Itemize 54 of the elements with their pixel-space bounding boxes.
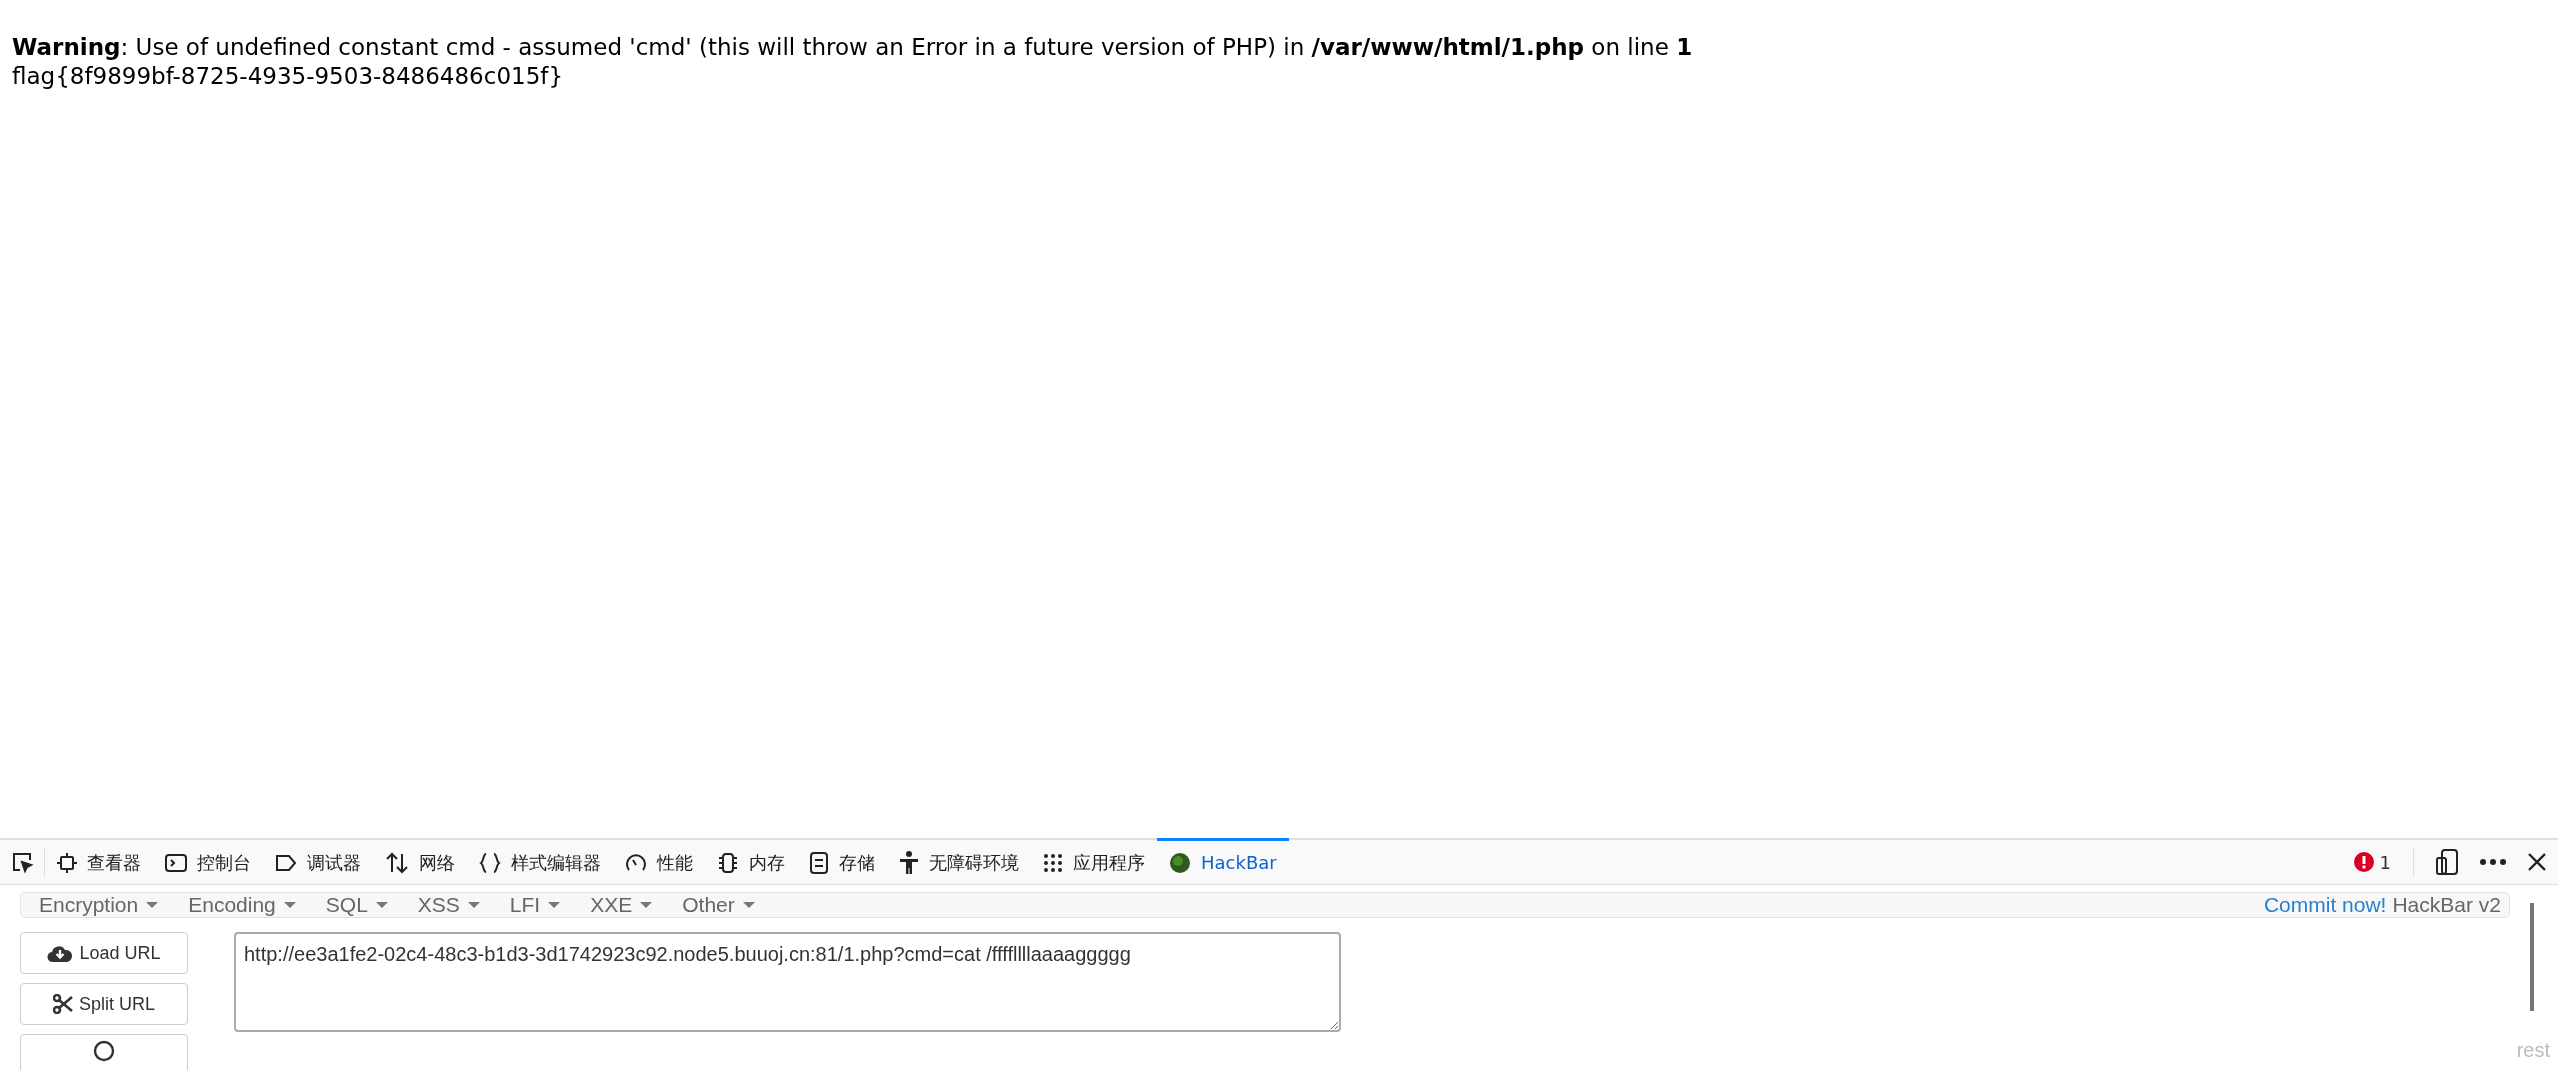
devtools-tab[interactable]: HackBar [1157, 838, 1289, 884]
hackbar-button[interactable]: Load URL [20, 932, 188, 974]
caret-icon [146, 902, 159, 908]
caret-icon [640, 902, 653, 908]
caret-icon [742, 902, 755, 908]
error-icon [2353, 852, 2374, 872]
braces-icon [479, 851, 501, 874]
more-icon[interactable] [2480, 859, 2506, 865]
caret-icon [467, 902, 480, 908]
flag-output: flag{8f9899bf-8725-4935-9503-8486486c015f} [12, 62, 565, 91]
menu-dropdown[interactable]: SQL [315, 893, 398, 917]
devtools-tab[interactable]: 控制台 [153, 838, 263, 884]
devtools-tab[interactable]: 调试器 [263, 838, 373, 884]
hackbar-logo-icon [1169, 851, 1191, 874]
devtools-tab[interactable]: 应用程序 [1031, 838, 1157, 884]
storage-icon [809, 851, 829, 874]
menu-dropdown[interactable]: XSS [407, 893, 490, 917]
up-down-arrows-icon [385, 851, 409, 874]
cloud-download-icon [47, 943, 74, 963]
menu-dropdown[interactable]: LFI [499, 893, 571, 917]
menu-dropdown[interactable]: Other [672, 893, 765, 917]
accessibility-icon [899, 850, 919, 875]
scrollbar[interactable] [2530, 903, 2534, 1011]
warning-message: Warning: Use of undefined constant cmd - assumed 'cmd' (this will throw an Error in a future version of PHP) in /var/www/html/1.php on line 1 [12, 33, 1694, 62]
menu-dropdown[interactable]: XXE [580, 893, 663, 917]
commit-link[interactable]: Commit now! [2263, 893, 2387, 917]
devtools-tab[interactable]: 样式编辑器 [467, 838, 613, 884]
hackbar-button[interactable]: Split URL [20, 983, 188, 1025]
caret-icon [375, 902, 388, 908]
hackbar-button[interactable] [20, 1034, 188, 1070]
devtools-tab[interactable]: 无障碍环境 [887, 838, 1031, 884]
caret-icon [283, 902, 296, 908]
tag-icon [275, 853, 297, 872]
menu-dropdown[interactable]: Encryption [29, 893, 169, 917]
menu-dropdown[interactable]: Encoding [178, 893, 306, 917]
devtools-tab[interactable]: 性能 [613, 838, 705, 884]
scissors-icon [53, 994, 73, 1014]
url-field[interactable]: http://ee3a1fe2-02c4-48c3-b1d3-3d1742923c92.node5.buuoj.cn:81/1.php?cmd=cat /ffffllllaaaaggggg [234, 932, 1341, 1032]
console-icon [165, 852, 187, 873]
chip-icon [57, 852, 77, 873]
close-icon[interactable] [2528, 853, 2546, 871]
footer-hint: rest [2516, 1039, 2550, 1062]
devtools-tab[interactable]: 内存 [705, 838, 797, 884]
memory-chip-icon [717, 851, 739, 874]
version-label: HackBar v2 [2392, 893, 2501, 917]
error-count[interactable]: 1 [2379, 851, 2391, 873]
grid-icon [1043, 852, 1063, 873]
circle-icon [93, 1040, 115, 1062]
element-picker-icon[interactable] [10, 850, 34, 874]
caret-icon [548, 902, 561, 908]
devtools-tab[interactable]: 网络 [373, 838, 467, 884]
dock-icon[interactable] [2436, 849, 2458, 875]
devtools-tab[interactable]: 查看器 [45, 838, 153, 884]
devtools-tab[interactable]: 存储 [797, 838, 887, 884]
